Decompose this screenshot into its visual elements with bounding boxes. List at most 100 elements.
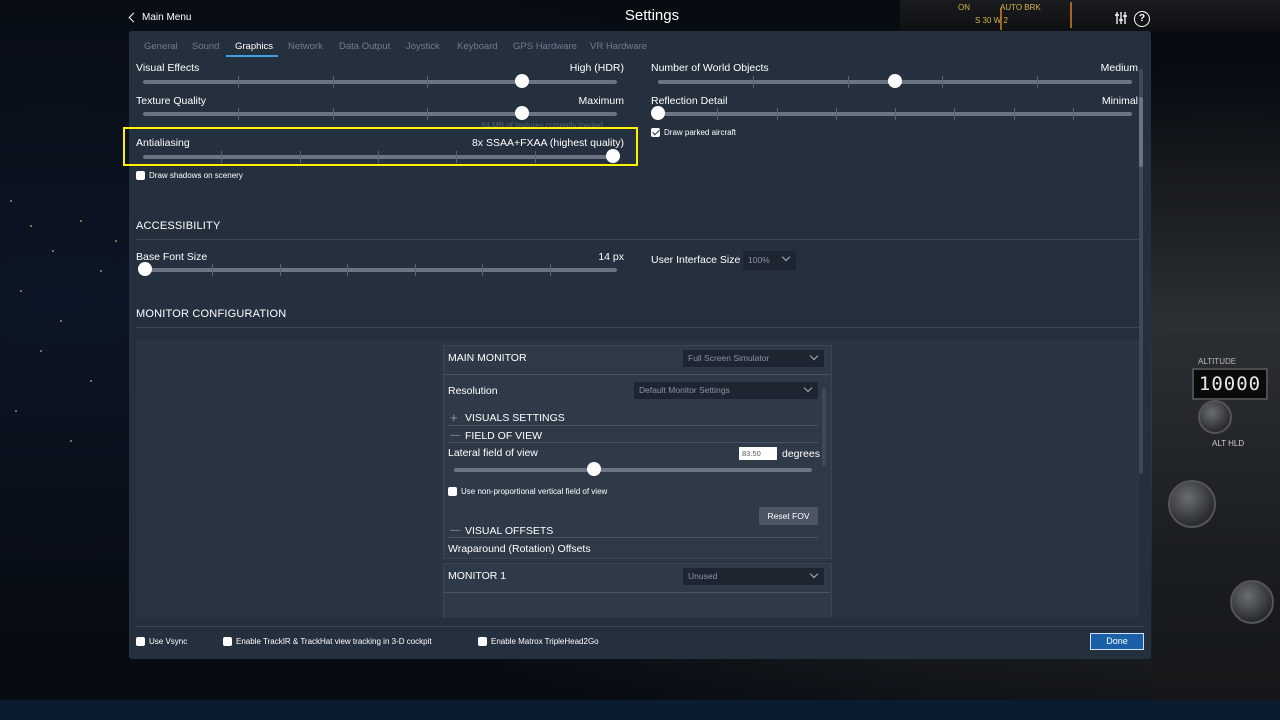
slider-thumb[interactable] bbox=[651, 106, 665, 120]
plus-icon[interactable]: + bbox=[450, 410, 458, 425]
footer-divider bbox=[136, 626, 1144, 627]
resolution-label: Resolution bbox=[448, 385, 498, 397]
slider-tick bbox=[237, 76, 239, 88]
tab-vr-hardware[interactable]: VR Hardware bbox=[590, 41, 647, 52]
minus-icon[interactable]: — bbox=[450, 429, 461, 441]
monitor-card-scrollbar[interactable] bbox=[822, 388, 826, 466]
settings-tabs: General Sound Graphics Network Data Outp… bbox=[129, 31, 1151, 58]
vsync-checkbox[interactable]: Use Vsync bbox=[136, 637, 187, 646]
chevron-down-icon bbox=[803, 383, 813, 393]
section-divider bbox=[136, 239, 1139, 240]
chevron-down-icon bbox=[809, 569, 819, 579]
slider-tick bbox=[835, 108, 837, 120]
section-divider bbox=[136, 327, 1139, 328]
slider-tick bbox=[549, 264, 551, 276]
lateral-fov-slider[interactable] bbox=[454, 462, 812, 476]
texture-quality-value: Maximum bbox=[578, 95, 624, 107]
base-font-size-slider[interactable] bbox=[138, 262, 617, 276]
bottom-strip bbox=[0, 700, 1280, 720]
slider-tick bbox=[954, 108, 956, 120]
cockpit-dial bbox=[1168, 480, 1216, 528]
tab-joystick[interactable]: Joystick bbox=[406, 41, 440, 52]
tab-data-output[interactable]: Data Output bbox=[339, 41, 390, 52]
checkbox-box[interactable] bbox=[223, 637, 232, 646]
lateral-fov-input[interactable]: 83.50 bbox=[739, 447, 777, 460]
base-font-size-label: Base Font Size bbox=[136, 251, 208, 263]
slider-tick bbox=[427, 108, 429, 120]
texture-quality-label: Texture Quality bbox=[136, 95, 207, 107]
trackir-checkbox[interactable]: Enable TrackIR & TrackHat view tracking … bbox=[223, 637, 432, 646]
draw-parked-aircraft-checkbox[interactable]: Draw parked aircraft bbox=[651, 128, 736, 137]
slider-tick bbox=[776, 108, 778, 120]
non-proportional-fov-checkbox[interactable]: Use non-proportional vertical field of v… bbox=[448, 487, 607, 496]
checkbox-box[interactable] bbox=[136, 637, 145, 646]
minus-icon[interactable]: — bbox=[450, 524, 461, 536]
slider-tick bbox=[847, 76, 849, 88]
tab-gps-hardware[interactable]: GPS Hardware bbox=[513, 41, 577, 52]
draw-shadows-checkbox[interactable]: Draw shadows on scenery bbox=[136, 171, 243, 180]
alt-hld-label: ALT HLD bbox=[1212, 439, 1245, 448]
slider-tick bbox=[332, 108, 334, 120]
reflection-detail-label: Reflection Detail bbox=[651, 95, 728, 107]
reset-fov-button[interactable]: Reset FOV bbox=[759, 507, 818, 525]
slider-tick bbox=[895, 108, 896, 120]
main-monitor-mode-dropdown[interactable]: Full Screen Simulator bbox=[683, 350, 824, 367]
panel-scrollbar[interactable] bbox=[1139, 69, 1143, 474]
slider-tick bbox=[279, 264, 281, 276]
slider-tick bbox=[717, 108, 719, 120]
wraparound-offsets-label: Wraparound (Rotation) Offsets bbox=[448, 543, 591, 555]
checkbox-box[interactable] bbox=[478, 637, 487, 646]
slider-tick bbox=[752, 76, 754, 88]
card-divider bbox=[448, 537, 818, 538]
visual-effects-label: Visual Effects bbox=[136, 62, 200, 74]
resolution-dropdown[interactable]: Default Monitor Settings bbox=[634, 382, 818, 399]
base-font-size-value: 14 px bbox=[598, 251, 624, 263]
checkbox-box[interactable] bbox=[448, 487, 457, 496]
slider-thumb[interactable] bbox=[586, 462, 601, 476]
card-divider bbox=[448, 442, 818, 443]
slider-tick bbox=[1072, 108, 1074, 120]
slider-tick bbox=[427, 76, 429, 88]
trackir-label: Enable TrackIR & TrackHat view tracking … bbox=[236, 637, 432, 646]
visual-effects-slider[interactable] bbox=[143, 74, 617, 88]
tab-general[interactable]: General bbox=[144, 41, 178, 52]
tab-sound[interactable]: Sound bbox=[192, 41, 219, 52]
altitude-display: 10000 bbox=[1192, 368, 1268, 400]
texture-quality-slider[interactable] bbox=[143, 106, 617, 120]
vsync-label: Use Vsync bbox=[149, 637, 188, 646]
panel-scrollbar-thumb[interactable] bbox=[1139, 97, 1143, 167]
ui-size-dropdown[interactable]: 100% bbox=[743, 251, 796, 270]
checkbox-box-checked[interactable] bbox=[651, 128, 660, 137]
tab-graphics[interactable]: Graphics bbox=[235, 41, 273, 52]
reflection-detail-slider[interactable] bbox=[651, 106, 1132, 120]
visual-offsets-header[interactable]: VISUAL OFFSETS bbox=[465, 525, 553, 537]
slider-thumb[interactable] bbox=[888, 74, 902, 88]
slider-tick bbox=[414, 264, 416, 276]
chevron-down-icon bbox=[781, 252, 791, 262]
help-icon[interactable]: ? bbox=[1134, 11, 1150, 27]
checkbox-box[interactable] bbox=[136, 171, 145, 180]
chevron-down-icon bbox=[809, 351, 819, 361]
sliders-icon[interactable] bbox=[1114, 11, 1128, 25]
slider-tick bbox=[482, 264, 484, 276]
field-of-view-header[interactable]: FIELD OF VIEW bbox=[465, 430, 542, 442]
page-title: Settings bbox=[624, 7, 680, 24]
matrox-label: Enable Matrox TripleHead2Go bbox=[491, 637, 599, 646]
world-objects-slider[interactable] bbox=[658, 74, 1132, 88]
slider-tick bbox=[332, 76, 334, 88]
slider-tick bbox=[212, 264, 214, 276]
active-tab-indicator bbox=[226, 55, 278, 57]
slider-thumb[interactable] bbox=[138, 262, 152, 276]
antialiasing-highlight-box bbox=[123, 127, 638, 166]
tab-keyboard[interactable]: Keyboard bbox=[457, 41, 498, 52]
slider-tick bbox=[942, 76, 944, 88]
tab-network[interactable]: Network bbox=[288, 41, 323, 52]
done-button[interactable]: Done bbox=[1090, 633, 1144, 650]
draw-shadows-label: Draw shadows on scenery bbox=[149, 171, 243, 180]
matrox-checkbox[interactable]: Enable Matrox TripleHead2Go bbox=[478, 637, 599, 646]
monitor-1-mode-dropdown[interactable]: Unused bbox=[683, 568, 824, 585]
visual-effects-value: High (HDR) bbox=[569, 62, 624, 74]
slider-tick bbox=[237, 108, 239, 120]
card-divider bbox=[448, 425, 818, 426]
visuals-settings-header[interactable]: VISUALS SETTINGS bbox=[465, 412, 565, 424]
